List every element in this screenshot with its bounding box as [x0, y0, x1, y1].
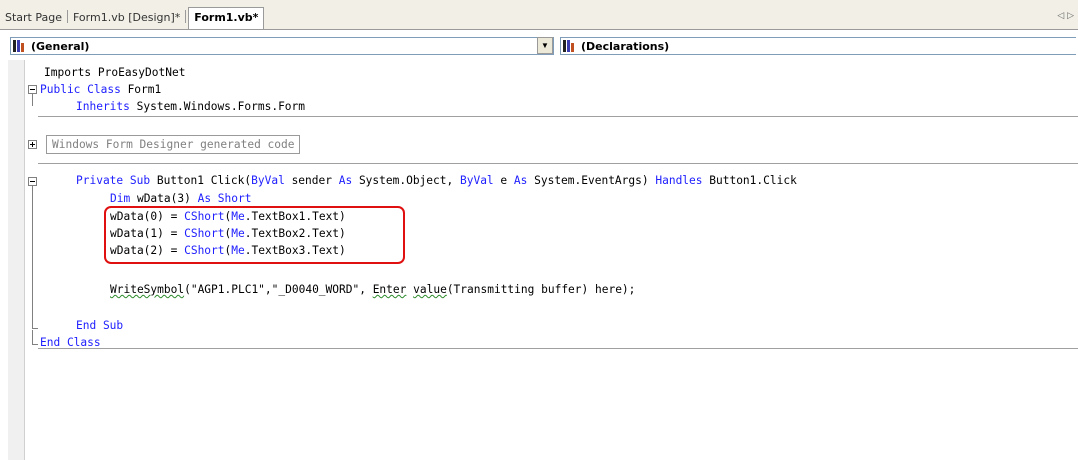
outline-guide [32, 328, 38, 329]
procedure-dropdown[interactable]: (Declarations) [560, 37, 1076, 55]
left-arrow-icon[interactable]: ◁ ▷ [1057, 11, 1074, 21]
procedure-separator [38, 163, 1078, 164]
outline-margin [8, 60, 25, 460]
tab-start-page[interactable]: Start Page [2, 8, 65, 29]
procedure-dropdown-value: (Declarations) [581, 39, 670, 53]
highlight-annotation [104, 206, 405, 264]
tab-form1-design[interactable]: Form1.vb [Design]* [70, 8, 183, 29]
code-line: Dim wData(3) As Short [110, 192, 252, 205]
procedure-separator [38, 348, 1078, 349]
code-line: Public Class Form1 [40, 83, 162, 96]
document-tab-strip: Start Page Form1.vb [Design]* Form1.vb* … [0, 0, 1078, 30]
outline-guide [32, 94, 33, 106]
tab-strip-divider [0, 29, 1078, 30]
expand-icon[interactable] [28, 140, 37, 149]
tab-separator [67, 10, 68, 23]
code-line: Inherits System.Windows.Forms.Form [76, 100, 306, 113]
collapse-icon[interactable] [28, 177, 37, 186]
code-line: Imports ProEasyDotNet [44, 66, 186, 79]
outline-guide [32, 344, 38, 345]
code-editor[interactable]: Imports ProEasyDotNet Public Class Form1… [0, 60, 1078, 460]
tab-form1-code[interactable]: Form1.vb* [188, 7, 265, 29]
code-line: End Sub [76, 319, 124, 332]
collapsed-region[interactable]: Windows Form Designer generated code [46, 135, 301, 154]
chevron-down-icon[interactable]: ▼ [537, 37, 553, 54]
collapse-icon[interactable] [28, 85, 37, 94]
code-line: End Class [40, 336, 101, 349]
object-dropdown-value: (General) [31, 39, 90, 53]
procedure-separator [38, 116, 1078, 117]
outline-guide [32, 330, 33, 344]
tab-separator [185, 10, 187, 23]
code-line: WriteSymbol("AGP1.PLC1","_D0040_WORD", E… [110, 283, 636, 296]
outline-guide [32, 186, 33, 328]
object-dropdown[interactable]: (General) [10, 37, 554, 55]
code-line: Private Sub Button1 Click(ByVal sender A… [76, 174, 797, 187]
class-icon [13, 40, 27, 52]
class-icon [563, 40, 577, 52]
